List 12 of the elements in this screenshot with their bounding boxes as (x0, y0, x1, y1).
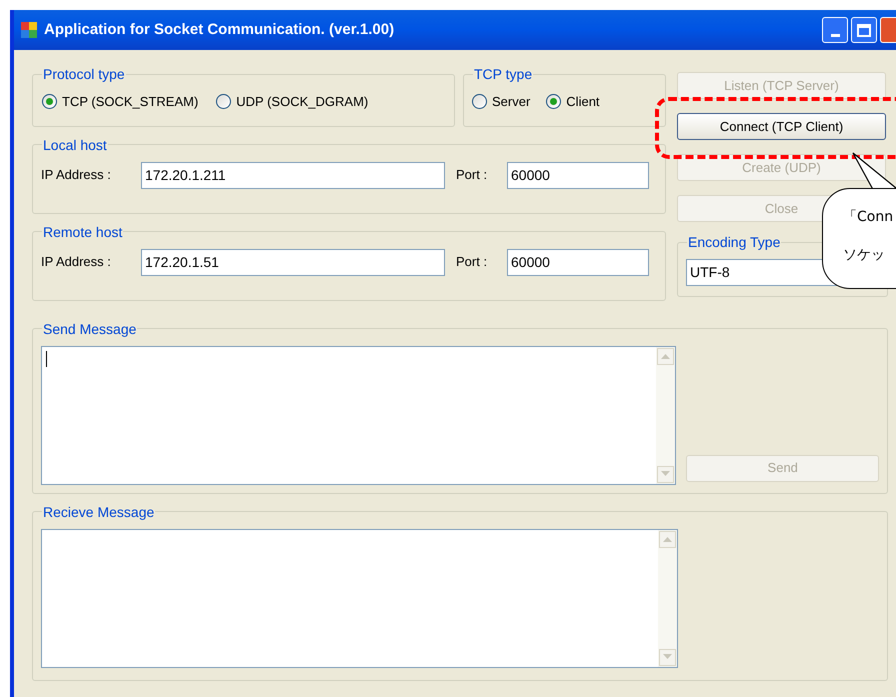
group-label: Encoding Type (687, 234, 782, 250)
ip-label: IP Address : (41, 253, 112, 272)
group-label: Protocol type (42, 66, 126, 82)
group-label: TCP type (473, 66, 534, 82)
port-label: Port : (456, 253, 488, 272)
group-label: Recieve Message (42, 504, 156, 520)
port-label: Port : (456, 166, 488, 184)
window-title: Application for Socket Communication. (ver.1.00) (44, 20, 396, 40)
ip-label: IP Address : (41, 166, 112, 184)
group-label: Send Message (42, 320, 138, 336)
group-label: Remote host (42, 224, 124, 240)
group-label: Local host (42, 136, 108, 152)
